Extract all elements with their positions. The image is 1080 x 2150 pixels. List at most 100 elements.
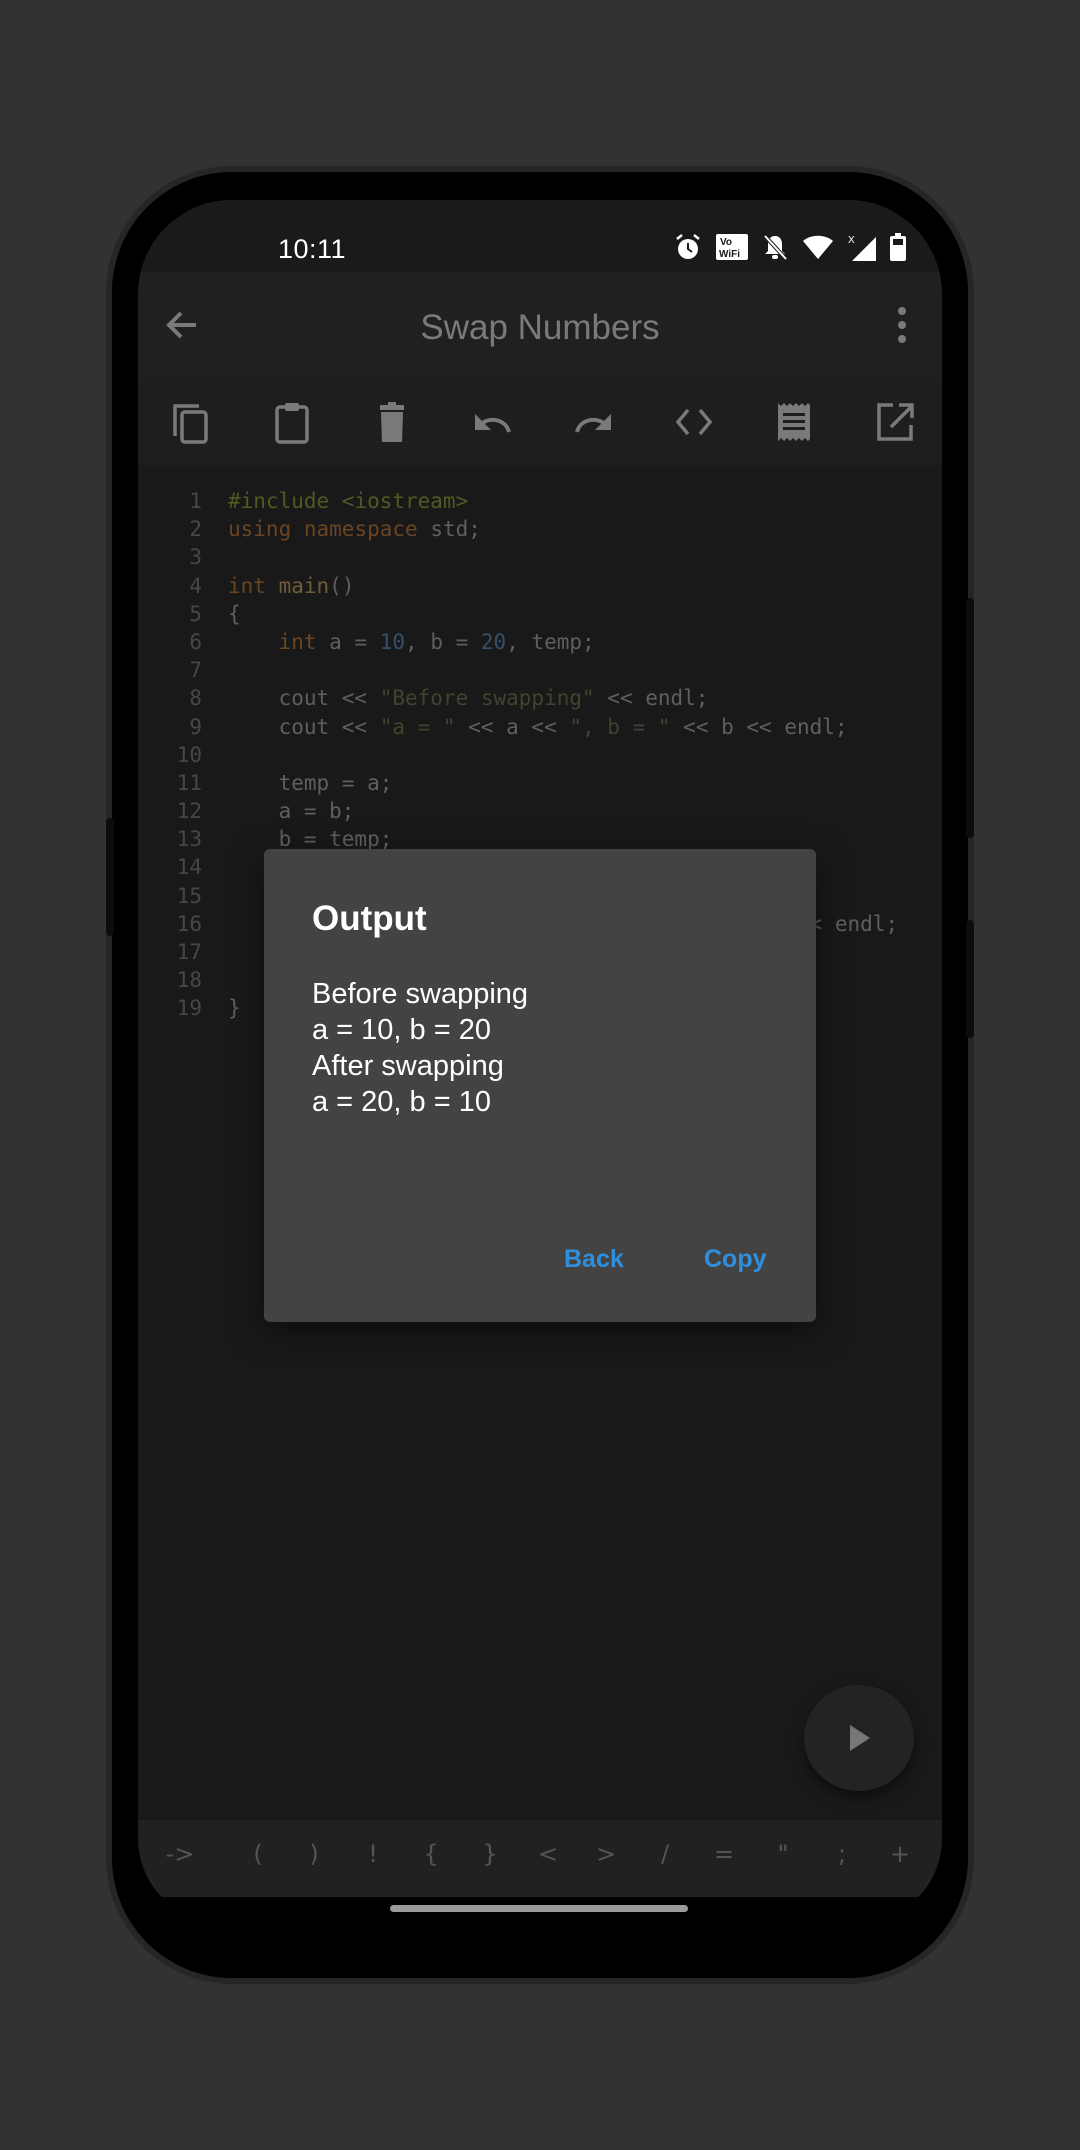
symbol-key[interactable]: > <box>596 1840 616 1868</box>
code-line[interactable]: 4 int main() <box>138 572 354 600</box>
code-line[interactable]: 17 <box>138 938 202 966</box>
home-indicator[interactable] <box>390 1905 688 1912</box>
code-text: cout << "a = " << a << ", b = " << b << … <box>228 713 848 741</box>
copy-button[interactable] <box>168 399 214 445</box>
line-number: 8 <box>189 686 202 711</box>
more-vertical-icon <box>898 307 906 343</box>
symbol-key[interactable]: " <box>777 1840 788 1868</box>
code-line[interactable]: 18 <box>138 966 202 994</box>
line-number: 16 <box>176 911 202 936</box>
format-code-button[interactable] <box>671 399 717 445</box>
symbol-key[interactable]: ! <box>368 1840 378 1868</box>
line-number: 12 <box>176 799 202 824</box>
signal-no-data-icon: X <box>848 235 876 261</box>
code-line[interactable]: 12 a = b; <box>138 797 355 825</box>
app-bar: Swap Numbers <box>138 272 942 378</box>
symbol-key[interactable]: / <box>661 1840 669 1868</box>
code-token: using <box>228 517 292 542</box>
code-token: 20 <box>480 629 507 654</box>
share-button[interactable] <box>872 399 918 445</box>
line-number: 14 <box>176 855 202 880</box>
redo-icon <box>575 413 612 433</box>
symbol-key[interactable]: ( <box>253 1840 262 1868</box>
back-dialog-button[interactable]: Back <box>564 1245 624 1274</box>
code-token: ", b = " <box>569 714 671 739</box>
line-number: 18 <box>176 968 202 993</box>
line-number: 10 <box>176 742 202 767</box>
symbol-key[interactable]: ) <box>309 1840 318 1868</box>
code-line[interactable]: 15 <box>138 882 202 910</box>
output-line: a = 10, b = 20 <box>312 1014 491 1046</box>
code-token: << b << endl; <box>670 714 848 739</box>
code-token: << endl; <box>594 686 709 711</box>
status-bar: 10:11 Vo WiFi X <box>138 200 942 272</box>
undo-icon <box>474 413 511 433</box>
symbol-key[interactable]: + <box>890 1840 910 1868</box>
alarm-icon <box>676 234 700 259</box>
code-line[interactable]: 9 cout << "a = " << a << ", b = " << b <… <box>138 713 847 741</box>
undo-button[interactable] <box>470 399 516 445</box>
code-text: temp = a; <box>228 769 393 797</box>
delete-button[interactable] <box>369 399 415 445</box>
line-number: 5 <box>189 601 202 626</box>
wifi-icon <box>803 235 833 259</box>
line-number: 7 <box>189 658 202 683</box>
code-line[interactable]: 16 << endl; <box>138 910 898 938</box>
code-token: 10 <box>379 629 406 654</box>
code-line[interactable]: 5{ <box>138 600 240 628</box>
code-lines[interactable]: 1 #include <iostream> 2 using namespace std… <box>138 487 898 1023</box>
play-icon <box>850 1725 870 1751</box>
code-text: using namespace std; <box>228 515 481 543</box>
symbol-key[interactable]: < <box>538 1840 558 1868</box>
code-token: , temp; <box>506 629 595 654</box>
line-number: 3 <box>189 545 202 570</box>
code-line[interactable]: 8 cout << "Before swapping" << endl; <box>138 684 708 712</box>
receipt-icon <box>778 402 811 441</box>
code-line[interactable]: 6 int a = 10, b = 20, temp; <box>138 628 594 656</box>
code-line[interactable]: 19} <box>138 994 241 1022</box>
output-dialog: Output Before swapping a = 10, b = 20 Af… <box>264 849 816 1322</box>
symbol-key[interactable]: -> <box>166 1840 195 1868</box>
code-token: main <box>278 573 330 598</box>
code-token: a = <box>316 629 380 654</box>
symbol-key[interactable]: = <box>714 1840 734 1868</box>
code-line[interactable]: 1 #include <iostream> <box>138 487 468 515</box>
code-line[interactable]: 13 b = temp; <box>138 825 393 853</box>
code-line[interactable]: 10 <box>138 741 202 769</box>
code-token: "a = " <box>379 714 456 739</box>
dialog-title: Output <box>312 899 427 938</box>
line-number: 11 <box>176 770 202 795</box>
symbol-key[interactable]: } <box>482 1840 497 1868</box>
code-line[interactable]: 14 <box>138 853 202 881</box>
redo-button[interactable] <box>570 399 616 445</box>
output-text: Before swapping a = 10, b = 20 After swa… <box>312 976 528 1120</box>
code-token: namespace <box>303 517 418 542</box>
code-line[interactable]: 3 <box>138 543 202 571</box>
paste-button[interactable] <box>269 399 315 445</box>
code-token: "Before swapping" <box>379 686 595 711</box>
output-line: After swapping <box>312 1050 504 1082</box>
symbol-key[interactable]: ; <box>838 1840 846 1868</box>
line-number: 17 <box>176 940 202 964</box>
bell-off-icon <box>763 234 788 261</box>
code-text: int a = 10, b = 20, temp; <box>228 628 595 656</box>
run-button[interactable] <box>804 1685 914 1791</box>
line-number: 2 <box>189 517 202 542</box>
power-button <box>966 598 974 838</box>
code-text: #include <iostream> <box>228 487 468 515</box>
output-line: Before swapping <box>312 978 529 1010</box>
line-number: 15 <box>176 883 202 908</box>
code-token: int <box>228 573 266 598</box>
line-number: 1 <box>189 489 202 513</box>
more-options-button[interactable] <box>892 302 912 348</box>
symbol-key[interactable]: { <box>423 1840 438 1868</box>
editor-toolbar <box>138 378 942 465</box>
code-line[interactable]: 11 temp = a; <box>138 769 393 797</box>
code-line[interactable]: 2 using namespace std; <box>138 515 481 543</box>
code-token: { <box>228 601 241 626</box>
screen: 10:11 Vo WiFi X Swap Numbers 1 #include … <box>138 200 942 1924</box>
code-token: cout << <box>228 714 380 739</box>
copy-output-button[interactable]: Copy <box>704 1245 767 1274</box>
code-line[interactable]: 7 <box>138 656 202 684</box>
notes-button[interactable] <box>771 399 817 445</box>
